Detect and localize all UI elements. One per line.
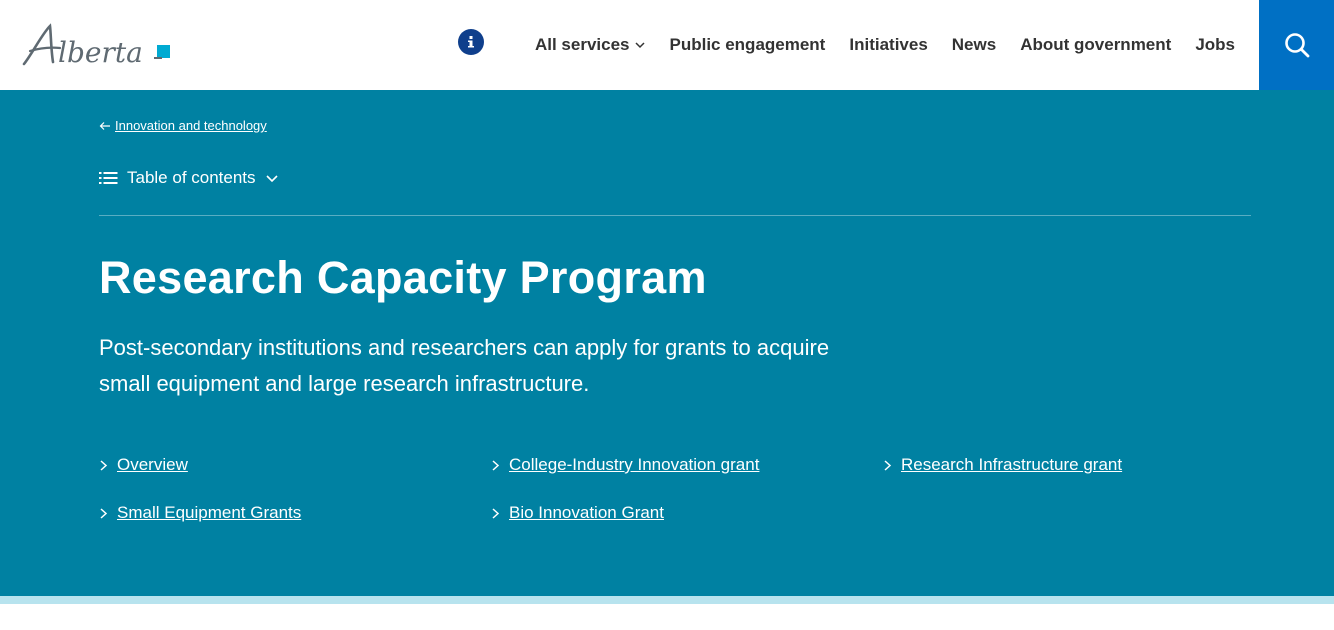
link-overview[interactable]: Overview	[99, 455, 188, 475]
toc-label: Table of contents	[127, 168, 256, 187]
link-overview-label: Overview	[117, 455, 188, 474]
page-lead: Post-secondary institutions and research…	[99, 335, 830, 396]
chevron-right-icon	[100, 459, 108, 471]
link-research-infrastructure-label: Research Infrastructure grant	[901, 455, 1123, 474]
divider	[99, 215, 1251, 216]
chevron-right-icon	[492, 459, 500, 471]
chevron-right-icon	[100, 507, 108, 519]
chevron-down-icon	[265, 175, 278, 183]
chevron-right-icon	[884, 459, 892, 471]
link-small-equipment-label: Small Equipment Grants	[117, 503, 302, 522]
info-button[interactable]	[457, 29, 484, 55]
nav-about-government[interactable]: About government	[1020, 35, 1171, 55]
link-small-equipment[interactable]: Small Equipment Grants	[99, 503, 301, 523]
chevron-right-icon	[492, 507, 500, 519]
hero-section: Innovation and technology Table of conte…	[0, 90, 1334, 596]
link-college-industry-label: College-Industry Innovation grant	[509, 455, 760, 474]
arrow-left-icon	[99, 121, 110, 130]
alberta-logo[interactable]: lberta	[20, 20, 175, 70]
link-bio-innovation-label: Bio Innovation Grant	[509, 503, 664, 522]
page-title: Research Capacity Program	[99, 252, 707, 303]
table-of-contents-toggle[interactable]: Table of contents	[99, 168, 278, 188]
nav-initiatives[interactable]: Initiatives	[849, 35, 927, 55]
breadcrumb-link-innovation[interactable]: Innovation and technology	[115, 118, 267, 133]
nav-news[interactable]: News	[952, 35, 996, 55]
info-icon	[467, 36, 474, 48]
search-icon	[1284, 33, 1309, 58]
main-nav: All services Public engagement Initiativ…	[457, 0, 1235, 90]
link-research-infrastructure[interactable]: Research Infrastructure grant	[883, 455, 1122, 475]
hero-bottom-strip	[0, 596, 1334, 604]
link-college-industry[interactable]: College-Industry Innovation grant	[491, 455, 759, 475]
chevron-down-icon	[635, 42, 646, 49]
site-header: lberta All services Public engagement In…	[0, 0, 1334, 90]
section-links: Overview College-Industry Innovation gra…	[99, 452, 1251, 552]
search-button[interactable]	[1259, 0, 1334, 90]
breadcrumb: Innovation and technology	[99, 118, 267, 133]
nav-all-services[interactable]: All services	[535, 35, 646, 55]
nav-public-engagement[interactable]: Public engagement	[669, 35, 825, 55]
link-bio-innovation[interactable]: Bio Innovation Grant	[491, 503, 664, 523]
svg-text:lberta: lberta	[58, 36, 143, 69]
list-icon	[99, 172, 118, 184]
nav-all-services-label: All services	[534, 35, 630, 54]
nav-jobs[interactable]: Jobs	[1195, 35, 1235, 55]
